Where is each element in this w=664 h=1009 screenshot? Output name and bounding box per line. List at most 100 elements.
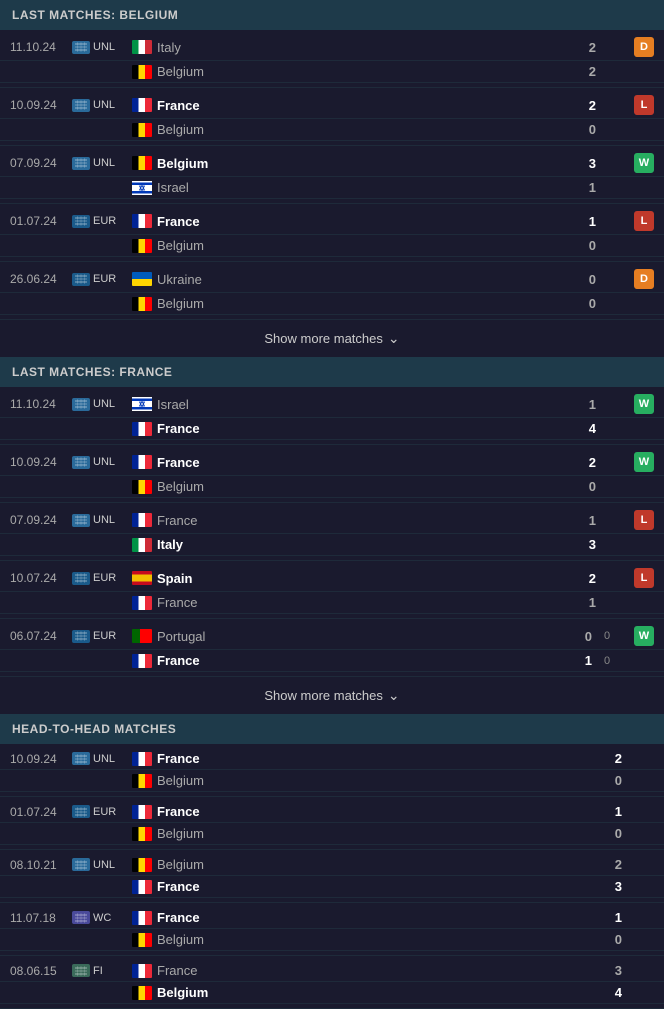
competition-icon [72, 456, 90, 469]
team-label: Spain [157, 571, 192, 586]
section-header-france: LAST MATCHES: FRANCE [0, 357, 664, 387]
team-flag [132, 297, 152, 311]
competition-icon [72, 964, 90, 977]
match-score: 1 [566, 180, 596, 195]
match-score: 0 [566, 479, 596, 494]
match-group: 06.07.24 EURPortugal00WFrance10 [0, 619, 664, 677]
match-row: Belgium0 [0, 119, 664, 141]
match-score: 3 [566, 537, 596, 552]
result-badge: W [634, 153, 654, 173]
team-label: France [157, 421, 200, 436]
team-flag [132, 513, 152, 527]
match-row: 10.07.24 EURSpain2L [0, 565, 664, 592]
result-badge: L [634, 211, 654, 231]
team-flag [132, 123, 152, 137]
show-more-france[interactable]: Show more matches ⌄ [0, 677, 664, 714]
result-badge: L [634, 95, 654, 115]
match-group: 08.06.15 FIFrance3Belgium4 [0, 956, 664, 1009]
match-row: 01.07.24 EURFrance1 [0, 801, 664, 823]
match-score: 2 [592, 751, 622, 766]
team-name: France [132, 910, 592, 925]
team-name: France [132, 513, 566, 528]
match-row: Belgium0 [0, 235, 664, 257]
match-competition: WC [72, 911, 132, 924]
match-score: 3 [592, 879, 622, 894]
team-flag [132, 571, 152, 585]
match-score: 2 [566, 64, 596, 79]
show-more-belgium[interactable]: Show more matches ⌄ [0, 320, 664, 357]
match-row: 11.10.24 UNLItaly2D [0, 34, 664, 61]
match-row: 26.06.24 EURUkraine0D [0, 266, 664, 293]
match-score: 4 [566, 421, 596, 436]
match-score: 1 [562, 653, 592, 668]
match-row: Belgium 2 [0, 61, 664, 83]
team-name: Belgium [132, 479, 566, 494]
result-badge: W [634, 394, 654, 414]
team-flag [132, 156, 152, 170]
match-competition: EUR [72, 273, 132, 286]
comp-label: EUR [93, 273, 116, 285]
chevron-down-icon: ⌄ [388, 330, 400, 347]
team-name: Portugal [132, 629, 562, 644]
extra-score: 0 [604, 655, 628, 667]
show-more-label: Show more matches [264, 331, 383, 346]
team-flag [132, 40, 152, 54]
match-group: 10.09.24 UNLFrance2WBelgium0 [0, 445, 664, 503]
match-group: 11.10.24 UNLItaly2DBelgium2 [0, 30, 664, 88]
comp-label: UNL [93, 514, 115, 526]
team-label: France [157, 804, 200, 819]
match-competition: EUR [72, 805, 132, 818]
match-row: Belgium0 [0, 476, 664, 498]
team-label: Portugal [157, 629, 205, 644]
match-date: 11.10.24 [10, 397, 72, 411]
match-row: Israel1 [0, 177, 664, 199]
team-name: Belgium [132, 826, 592, 841]
match-row: Belgium0 [0, 770, 664, 792]
match-competition: EUR [72, 215, 132, 228]
match-row: 10.09.24 UNLFrance2 [0, 748, 664, 770]
team-label: France [157, 98, 200, 113]
team-label: Belgium [157, 857, 204, 872]
extra-score: 0 [604, 630, 628, 642]
team-name: France [132, 421, 566, 436]
match-score: 3 [566, 156, 596, 171]
match-competition: UNL [72, 456, 132, 469]
match-date: 08.10.21 [10, 858, 72, 872]
match-row: 06.07.24 EURPortugal00W [0, 623, 664, 650]
match-competition: UNL [72, 157, 132, 170]
match-score: 1 [566, 214, 596, 229]
team-flag [132, 858, 152, 872]
team-flag [132, 98, 152, 112]
match-score: 0 [566, 272, 596, 287]
match-competition: EUR [72, 572, 132, 585]
match-date: 26.06.24 [10, 272, 72, 286]
match-date: 07.09.24 [10, 156, 72, 170]
team-name: France [132, 98, 566, 113]
match-group: 08.10.21 UNLBelgium2France3 [0, 850, 664, 903]
match-score: 2 [566, 571, 596, 586]
match-row: 11.07.18 WCFrance1 [0, 907, 664, 929]
match-row: 07.09.24 UNLFrance1L [0, 507, 664, 534]
team-name: Belgium [132, 156, 566, 171]
team-label: Italy [157, 40, 181, 55]
match-row: France3 [0, 876, 664, 898]
match-date: 11.10.24 [10, 40, 72, 54]
team-name: France [132, 653, 562, 668]
match-score: 2 [566, 40, 596, 55]
team-flag [132, 538, 152, 552]
comp-label: UNL [93, 456, 115, 468]
team-name: France [132, 751, 592, 766]
match-score: 0 [592, 932, 622, 947]
competition-icon [72, 215, 90, 228]
match-score: 3 [592, 963, 622, 978]
team-label: France [157, 595, 197, 610]
match-row: Italy3 [0, 534, 664, 556]
match-row: France10 [0, 650, 664, 672]
match-group: 01.07.24 EURFrance1Belgium0 [0, 797, 664, 850]
team-flag [132, 455, 152, 469]
team-flag [132, 774, 152, 788]
comp-label: UNL [93, 753, 115, 765]
team-label: Belgium [157, 64, 204, 79]
team-flag [132, 752, 152, 766]
team-name: France [132, 804, 592, 819]
